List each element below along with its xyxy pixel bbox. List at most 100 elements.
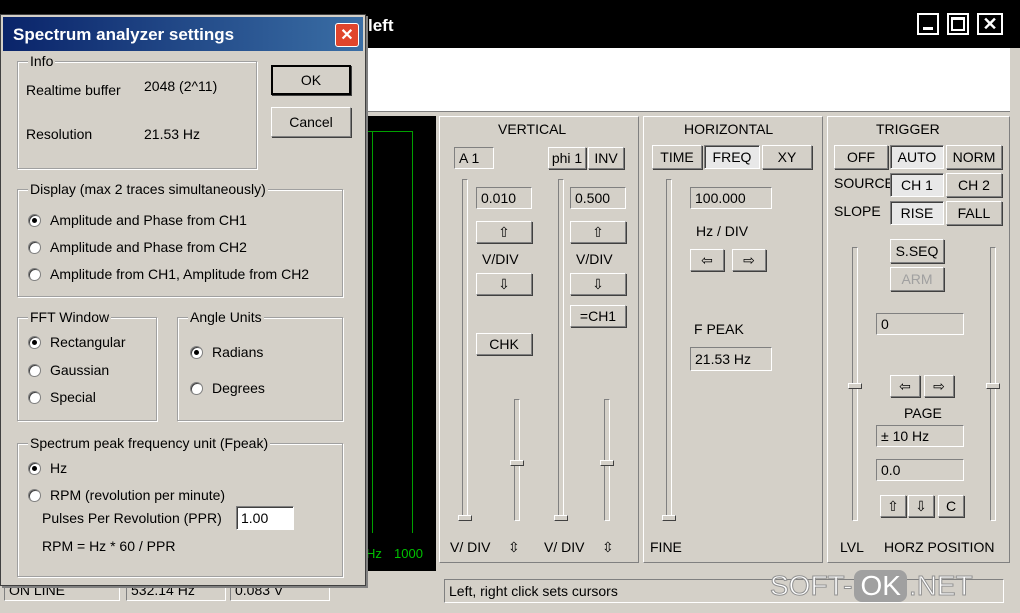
angle-option-radio[interactable] bbox=[190, 382, 203, 395]
trigger-level-value: 0 bbox=[876, 313, 964, 335]
ch2-position-icon[interactable]: ⇳ bbox=[602, 539, 614, 556]
right-arrow-icon: ⇨ bbox=[933, 377, 945, 394]
fft-option-radio[interactable] bbox=[28, 391, 41, 404]
hz-div-label: Hz / DIV bbox=[696, 223, 749, 239]
fine-slider-thumb[interactable] bbox=[662, 515, 676, 521]
ppr-input[interactable] bbox=[236, 506, 294, 530]
horz-position-slider-thumb[interactable] bbox=[986, 383, 1000, 389]
time-left-button[interactable]: ⇦ bbox=[690, 249, 724, 271]
level-slider-thumb[interactable] bbox=[848, 383, 862, 389]
dialog-close-button[interactable]: ✕ bbox=[335, 23, 359, 47]
pos-down-button[interactable]: ⇩ bbox=[908, 495, 934, 517]
ch1-fine-slider-thumb[interactable] bbox=[510, 460, 524, 466]
up-arrow-icon: ⇧ bbox=[592, 223, 604, 240]
display-option-radio[interactable] bbox=[28, 214, 41, 227]
peak-unit-radio[interactable] bbox=[28, 489, 41, 502]
trigger-auto-button[interactable]: AUTO bbox=[890, 145, 944, 169]
horz-position-value: 0.0 bbox=[876, 459, 964, 481]
phi-button[interactable]: phi 1 bbox=[548, 147, 586, 169]
resolution-value: 21.53 Hz bbox=[144, 126, 201, 142]
fft-option-radio[interactable] bbox=[28, 336, 41, 349]
source-ch1-button[interactable]: CH 1 bbox=[890, 173, 944, 197]
ch2-vdiv-label: V/DIV bbox=[576, 251, 613, 267]
pos-center-button[interactable]: C bbox=[938, 495, 964, 517]
display-group-label: Display (max 2 traces simultaneously) bbox=[28, 181, 268, 197]
minimize-button[interactable] bbox=[917, 13, 939, 35]
down-arrow-icon: ⇩ bbox=[592, 275, 604, 292]
horz-position-label: HORZ POSITION bbox=[884, 539, 995, 555]
scope-grid-line bbox=[412, 131, 413, 533]
peak-unit-label[interactable]: RPM (revolution per minute) bbox=[50, 487, 225, 503]
angle-option-radio[interactable] bbox=[190, 346, 203, 359]
cancel-button[interactable]: Cancel bbox=[271, 107, 351, 137]
time-right-button[interactable]: ⇨ bbox=[732, 249, 766, 271]
page-label: PAGE bbox=[904, 405, 942, 421]
ppr-label: Pulses Per Revolution (PPR) bbox=[42, 510, 222, 526]
info-group-label: Info bbox=[28, 53, 56, 69]
display-option-label[interactable]: Amplitude and Phase from CH1 bbox=[50, 212, 247, 228]
ch2-coarse-slider-thumb[interactable] bbox=[554, 515, 568, 521]
fft-option-label[interactable]: Special bbox=[50, 389, 96, 405]
fine-slider[interactable] bbox=[666, 179, 672, 521]
peak-unit-radio[interactable] bbox=[28, 462, 41, 475]
scope-grid-line bbox=[360, 131, 413, 132]
left-arrow-icon: ⇦ bbox=[701, 251, 713, 268]
chk-button[interactable]: CHK bbox=[476, 333, 532, 355]
close-icon: ✕ bbox=[982, 13, 998, 34]
watermark: SOFT- OK .NET bbox=[769, 566, 1010, 606]
settings-dialog: Spectrum analyzer settings ✕ Info Realti… bbox=[0, 14, 366, 586]
display-option-radio[interactable] bbox=[28, 241, 41, 254]
peak-unit-group-label: Spectrum peak frequency unit (Fpeak) bbox=[28, 435, 271, 451]
arm-button[interactable]: ARM bbox=[890, 267, 944, 291]
close-main-button[interactable]: ✕ bbox=[977, 13, 1003, 35]
ch2-vdiv-value: 0.500 bbox=[570, 187, 626, 209]
display-option-label[interactable]: Amplitude and Phase from CH2 bbox=[50, 239, 247, 255]
maximize-button[interactable] bbox=[947, 13, 969, 35]
angle-option-label[interactable]: Degrees bbox=[212, 380, 265, 396]
peak-unit-label[interactable]: Hz bbox=[50, 460, 67, 476]
up-arrow-icon: ⇧ bbox=[887, 497, 899, 514]
fft-window-group: FFT Window Rectangular Gaussian Special bbox=[17, 309, 157, 421]
fine-label: FINE bbox=[650, 539, 682, 555]
slope-rise-button[interactable]: RISE bbox=[890, 201, 944, 225]
ch1-up-button[interactable]: ⇧ bbox=[476, 221, 532, 243]
down-arrow-icon: ⇩ bbox=[498, 275, 510, 292]
ch2-equals-ch1-button[interactable]: =CH1 bbox=[570, 305, 626, 327]
dialog-title-bar: Spectrum analyzer settings ✕ bbox=[3, 17, 363, 51]
source-ch2-button[interactable]: CH 2 bbox=[946, 173, 1002, 197]
trigger-panel: TRIGGER OFF AUTO NORM SOURCE CH 1 CH 2 S… bbox=[827, 116, 1010, 563]
fft-option-radio[interactable] bbox=[28, 364, 41, 377]
trigger-off-button[interactable]: OFF bbox=[834, 145, 888, 169]
display-option-label[interactable]: Amplitude from CH1, Amplitude from CH2 bbox=[50, 266, 309, 282]
scope-display[interactable]: Hz 1000 bbox=[360, 116, 436, 571]
ch2-fine-slider-thumb[interactable] bbox=[600, 460, 614, 466]
ch2-up-button[interactable]: ⇧ bbox=[570, 221, 626, 243]
pos-up-button[interactable]: ⇧ bbox=[880, 495, 906, 517]
angle-option-label[interactable]: Radians bbox=[212, 344, 263, 360]
maximize-icon bbox=[951, 17, 965, 31]
ch1-coarse-slider-thumb[interactable] bbox=[458, 515, 472, 521]
channel-label: A 1 bbox=[454, 147, 494, 169]
horizontal-panel: HORIZONTAL TIME FREQ XY 100.000 Hz / DIV… bbox=[643, 116, 823, 563]
trigger-norm-button[interactable]: NORM bbox=[946, 145, 1002, 169]
tab-freq[interactable]: FREQ bbox=[704, 145, 760, 169]
page-left-button[interactable]: ⇦ bbox=[890, 375, 920, 397]
sseq-button[interactable]: S.SEQ bbox=[890, 239, 944, 263]
display-option-radio[interactable] bbox=[28, 268, 41, 281]
fft-option-label[interactable]: Gaussian bbox=[50, 362, 109, 378]
fft-option-label[interactable]: Rectangular bbox=[50, 334, 126, 350]
slope-fall-button[interactable]: FALL bbox=[946, 201, 1002, 225]
ch1-coarse-slider[interactable] bbox=[462, 179, 468, 521]
ch1-position-icon[interactable]: ⇳ bbox=[508, 539, 520, 556]
ch2-coarse-slider[interactable] bbox=[558, 179, 564, 521]
main-toolbar bbox=[360, 48, 1010, 112]
ch2-bottom-vdiv-label: V/ DIV bbox=[544, 539, 585, 555]
tab-time[interactable]: TIME bbox=[652, 145, 702, 169]
inv-button[interactable]: INV bbox=[588, 147, 624, 169]
ch2-down-button[interactable]: ⇩ bbox=[570, 273, 626, 295]
info-group: Info Realtime buffer 2048 (2^11) Resolut… bbox=[17, 53, 257, 169]
ok-button[interactable]: OK bbox=[271, 65, 351, 95]
tab-xy[interactable]: XY bbox=[762, 145, 812, 169]
ch1-down-button[interactable]: ⇩ bbox=[476, 273, 532, 295]
page-right-button[interactable]: ⇨ bbox=[924, 375, 954, 397]
